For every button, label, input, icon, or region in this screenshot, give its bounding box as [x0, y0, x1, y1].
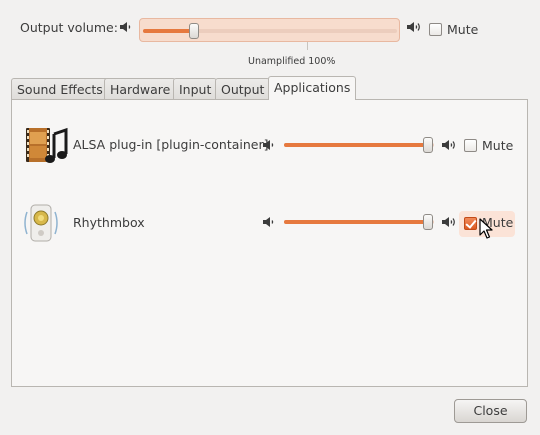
tab-sound-effects[interactable]: Sound Effects [11, 78, 109, 99]
tab-hardware[interactable]: Hardware [104, 78, 177, 99]
unamplified-marker [307, 42, 308, 50]
app2-volume-handle[interactable] [423, 214, 433, 230]
app1-volume-fill [284, 143, 428, 147]
volume-high-icon [406, 19, 422, 35]
output-mute-checkbox[interactable] [429, 23, 442, 36]
app2-volume-high-icon [441, 214, 457, 230]
volume-low-icon [118, 19, 134, 35]
output-mute-label[interactable]: Mute [447, 22, 478, 37]
tab-applications[interactable]: Applications [268, 76, 357, 100]
app2-volume-fill [284, 220, 428, 224]
output-volume-slider-fill [143, 29, 194, 33]
app2-volume-low-icon [261, 214, 277, 230]
mouse-pointer-icon [479, 218, 493, 243]
unamplified-caption: Unamplified 100% [248, 56, 336, 67]
rhythmbox-speaker-icon [23, 202, 59, 244]
tab-input[interactable]: Input [173, 78, 218, 99]
app-name-rhythmbox: Rhythmbox [73, 215, 145, 230]
output-volume-label: Output volume: [20, 20, 118, 35]
app1-volume-high-icon [441, 137, 457, 153]
film-music-icon [24, 124, 68, 166]
app1-mute-checkbox[interactable] [464, 139, 477, 152]
close-button[interactable]: Close [454, 399, 527, 423]
app1-volume-low-icon [261, 137, 277, 153]
app-name-alsa: ALSA plug-in [plugin-container] [73, 137, 269, 152]
app1-volume-handle[interactable] [423, 137, 433, 153]
output-volume-slider-handle[interactable] [189, 23, 199, 39]
app1-mute-label[interactable]: Mute [482, 138, 513, 153]
tab-output[interactable]: Output [215, 78, 271, 99]
app2-mute-checkbox[interactable] [464, 217, 477, 230]
